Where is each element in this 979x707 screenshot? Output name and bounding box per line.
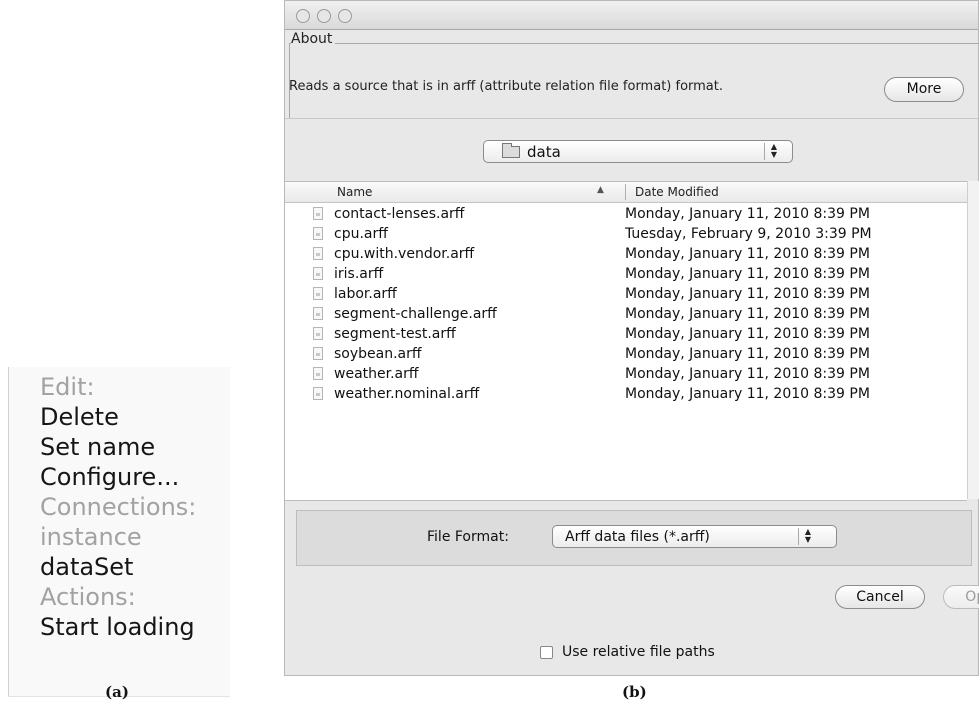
open-button[interactable]: Open [943,585,979,609]
about-group: About Reads a source that is in arff (at… [289,31,979,118]
document-icon [313,327,323,340]
document-icon [313,207,323,220]
file-name: segment-test.arff [334,326,456,342]
document-icon [313,347,323,360]
file-date-modified: Monday, January 11, 2010 8:39 PM [625,286,870,302]
menu-section-label: Actions: [40,583,136,611]
column-divider[interactable] [625,184,626,200]
file-row[interactable]: labor.arff Monday, January 11, 2010 8:39 … [285,284,967,304]
file-date-modified: Monday, January 11, 2010 8:39 PM [625,246,870,262]
file-row[interactable]: segment-test.arff Monday, January 11, 201… [285,324,967,344]
file-row[interactable]: weather.nominal.arff Monday, January 11, … [285,384,967,404]
menu-section-label: Edit: [40,373,95,401]
menu-list: Edit: Delete Set name Configure... Connectio… [40,372,196,642]
column-header-date-modified[interactable]: Date Modified [635,185,719,199]
cancel-button[interactable]: Cancel [835,585,925,609]
folder-icon [502,143,520,158]
document-icon [313,287,323,300]
context-menu: Edit: Delete Set name Configure... Connectio… [8,367,230,697]
file-format-value: Arff data files (*.arff) [565,529,710,545]
up-down-arrows-icon: ▲ ▼ [798,528,817,545]
file-date-modified: Monday, January 11, 2010 8:39 PM [625,266,870,282]
menu-section-label: instance [40,523,142,551]
divider [285,118,978,119]
file-name: segment-challenge.arff [334,306,497,322]
menu-item[interactable]: Start loading [40,612,196,642]
open-file-dialog: About Reads a source that is in arff (at… [284,0,979,676]
folder-select[interactable]: data ▲ ▼ [483,140,793,163]
file-date-modified: Monday, January 11, 2010 8:39 PM [625,326,870,342]
file-row[interactable]: contact-lenses.arff Monday, January 11, 2… [285,204,967,224]
file-format-panel: File Format: Arff data files (*.arff) ▲ ▼ [296,510,972,566]
caption-a: (a) [105,683,129,701]
close-window-button[interactable] [296,9,310,23]
minimize-window-button[interactable] [317,9,331,23]
file-name: soybean.arff [334,346,422,362]
document-icon [313,367,323,380]
file-name: contact-lenses.arff [334,206,465,222]
file-row[interactable]: cpu.arff Tuesday, February 9, 2010 3:39 P… [285,224,967,244]
file-row[interactable]: weather.arff Monday, January 11, 2010 8:3… [285,364,967,384]
more-button[interactable]: More [884,77,964,102]
menu-section-label: Connections: [40,493,197,521]
folder-select-value: data [527,143,561,161]
document-icon [313,307,323,320]
file-format-select[interactable]: Arff data files (*.arff) ▲ ▼ [552,525,837,548]
zoom-window-button[interactable] [338,9,352,23]
file-date-modified: Monday, January 11, 2010 8:39 PM [625,366,870,382]
menu-item[interactable]: Delete [40,402,196,432]
caption-b: (b) [622,683,647,701]
file-row[interactable]: segment-challenge.arff Monday, January 11… [285,304,967,324]
file-date-modified: Monday, January 11, 2010 8:39 PM [625,346,870,362]
file-date-modified: Monday, January 11, 2010 8:39 PM [625,306,870,322]
file-row[interactable]: soybean.arff Monday, January 11, 2010 8:3… [285,344,967,364]
file-row[interactable]: cpu.with.vendor.arff Monday, January 11, … [285,244,967,264]
sort-ascending-icon: ▲ [597,185,604,195]
file-format-label: File Format: [427,529,509,545]
column-header-name[interactable]: Name [337,185,372,199]
file-name: cpu.with.vendor.arff [334,246,475,262]
file-name: iris.arff [334,266,384,282]
scrollbar-track[interactable] [967,181,979,499]
relative-paths-label: Use relative file paths [562,644,715,660]
about-legend: About [291,31,336,47]
file-name: labor.arff [334,286,397,302]
title-bar [285,1,978,30]
file-date-modified: Monday, January 11, 2010 8:39 PM [625,206,870,222]
document-icon [313,387,323,400]
file-name: weather.nominal.arff [334,386,480,402]
file-list-header: Name ▲ Date Modified [285,182,967,203]
menu-item[interactable]: Set name [40,432,196,462]
file-date-modified: Tuesday, February 9, 2010 3:39 PM [625,226,872,242]
document-icon [313,267,323,280]
relative-paths-checkbox[interactable] [540,646,553,659]
file-list[interactable]: Name ▲ Date Modified contact-lenses.arff… [285,181,967,501]
file-name: cpu.arff [334,226,388,242]
file-name: weather.arff [334,366,419,382]
menu-item[interactable]: Configure... [40,462,196,492]
file-date-modified: Monday, January 11, 2010 8:39 PM [625,386,870,402]
document-icon [313,227,323,240]
menu-item[interactable]: dataSet [40,552,196,582]
document-icon [313,247,323,260]
file-row[interactable]: iris.arff Monday, January 11, 2010 8:39 P… [285,264,967,284]
about-description: Reads a source that is in arff (attribut… [289,79,723,94]
file-rows: contact-lenses.arff Monday, January 11, 2… [285,204,967,404]
up-down-arrows-icon: ▲ ▼ [764,143,783,160]
